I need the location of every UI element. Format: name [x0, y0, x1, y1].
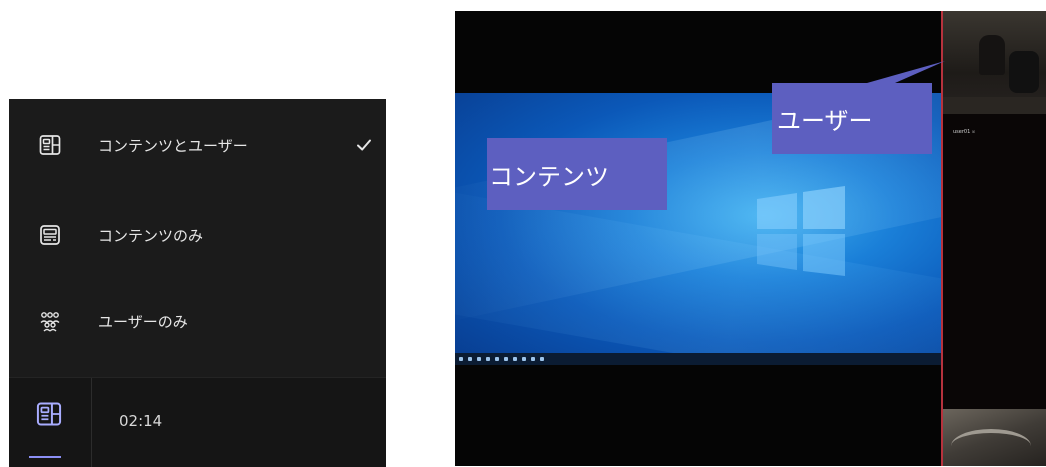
- participant-video-thumbnail[interactable]: [943, 409, 1046, 466]
- participant-panel: user01 ৪: [941, 11, 1046, 466]
- checkmark-icon: [357, 139, 371, 151]
- menu-item-users-only[interactable]: ユーザーのみ: [9, 281, 386, 361]
- participant-video[interactable]: [943, 11, 1046, 114]
- participant-name: user01 ৪: [953, 129, 976, 135]
- chair-silhouette: [1009, 51, 1039, 93]
- meeting-timer: 02:14: [119, 412, 163, 430]
- person-silhouette: [979, 35, 1005, 75]
- menu-item-content-and-users[interactable]: コンテンツとユーザー: [9, 105, 386, 185]
- object-shape: [951, 429, 1031, 463]
- user-annotation-label: ユーザー: [777, 107, 873, 135]
- content-annotation-label: コンテンツ: [489, 162, 609, 191]
- layout-button[interactable]: [9, 378, 91, 467]
- menu-item-label: ユーザーのみ: [98, 312, 188, 331]
- layout-icon: [36, 402, 62, 426]
- divider: [91, 378, 92, 467]
- active-indicator: [29, 456, 61, 458]
- taskbar: [455, 353, 945, 365]
- layout-menu: コンテンツとユーザー コンテンツのみ ユーザーのみ 02:14: [9, 99, 386, 467]
- menu-footer: 02:14: [9, 377, 386, 467]
- user-annotation: ユーザー: [772, 83, 932, 154]
- people-only-icon: [40, 312, 60, 332]
- content-only-icon: [40, 225, 60, 245]
- windows-logo-icon: [757, 186, 845, 276]
- desk: [943, 97, 1046, 114]
- content-annotation: コンテンツ: [487, 138, 667, 210]
- content-and-people-icon: [39, 135, 61, 155]
- menu-item-content-only[interactable]: コンテンツのみ: [9, 195, 386, 275]
- menu-item-label: コンテンツとユーザー: [98, 136, 248, 155]
- menu-item-label: コンテンツのみ: [98, 226, 204, 245]
- meeting-view: user01 ৪ コンテンツ ユーザー: [455, 11, 1046, 466]
